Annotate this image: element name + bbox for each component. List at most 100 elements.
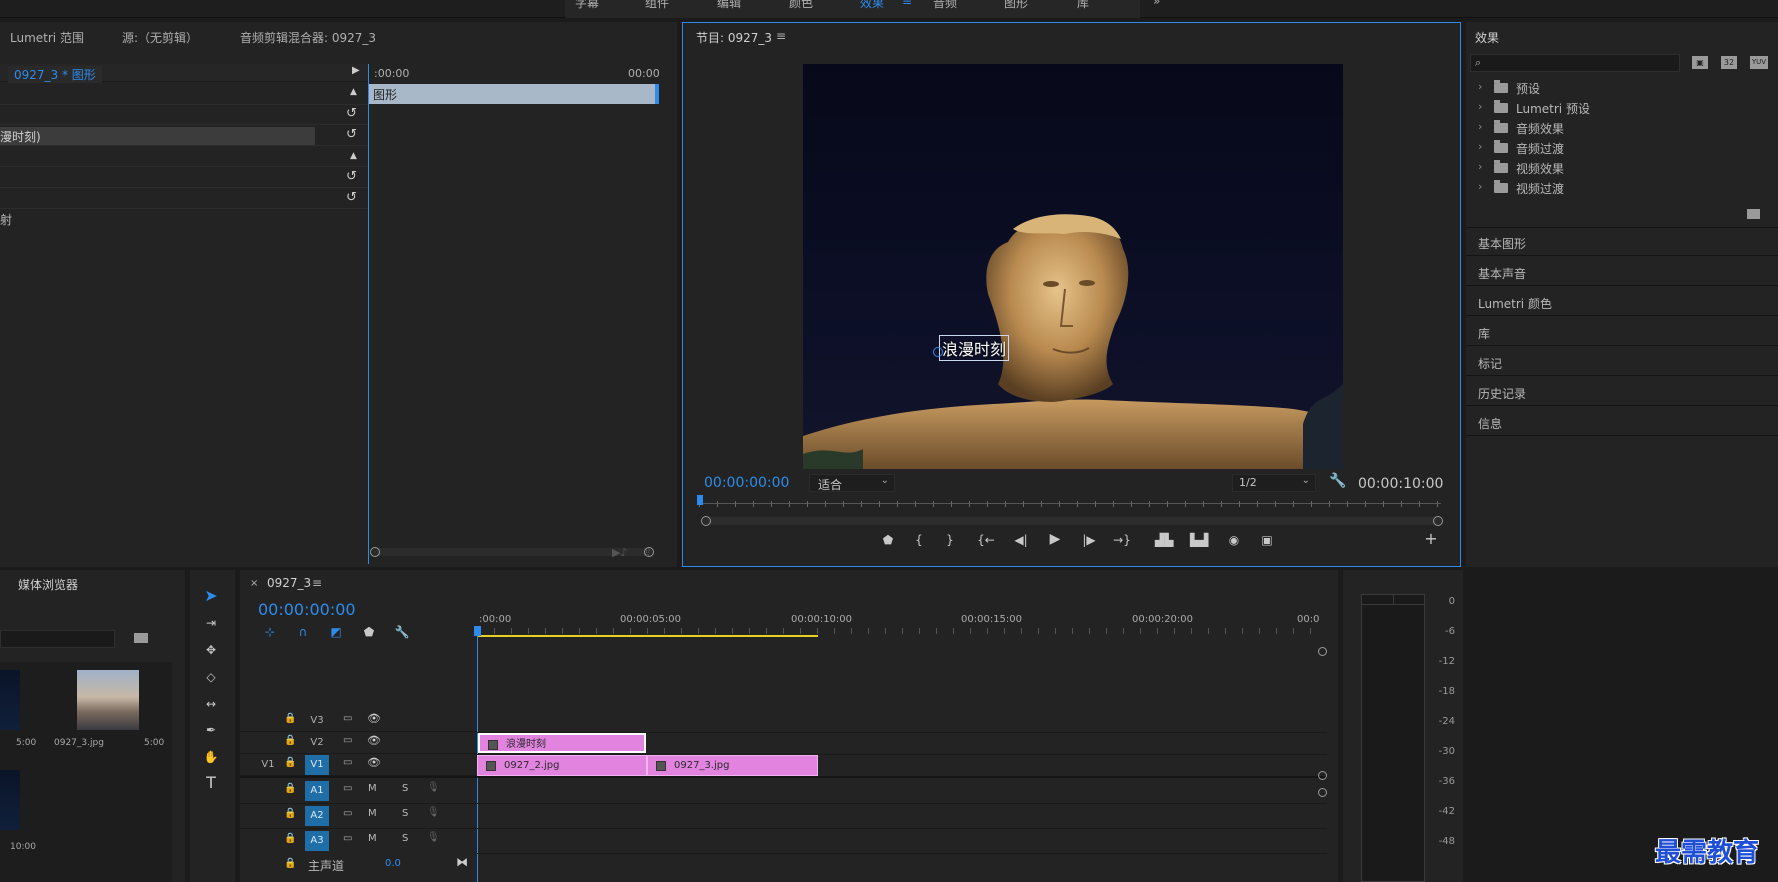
track-v2[interactable]: V2 [305, 733, 329, 753]
selection-tool-icon[interactable]: ➤ [201, 588, 221, 604]
sync-icon[interactable]: ▭ [343, 735, 352, 746]
step-back-icon[interactable]: ◀| [1013, 532, 1029, 548]
play-arrow-icon[interactable]: ▶ [352, 65, 360, 76]
lock-icon[interactable]: 🔒 [284, 808, 296, 819]
workspace-tab[interactable]: 库 [1077, 0, 1089, 11]
mute-button[interactable]: M [368, 833, 377, 844]
folder-audio-transitions[interactable]: › 音频过渡 [1466, 138, 1778, 158]
graphic-clip-bar[interactable]: 图形 [369, 84, 659, 104]
sync-icon[interactable]: ▭ [343, 808, 352, 819]
lock-icon[interactable]: 🔒 [284, 833, 296, 844]
solo-button[interactable]: S [402, 833, 408, 844]
step-forward-icon[interactable]: |▶ [1081, 532, 1097, 548]
project-search-input[interactable] [0, 630, 115, 648]
snap-magnet-icon[interactable]: ∩ [295, 624, 311, 640]
zoom-scrollbar[interactable] [701, 516, 1443, 526]
title-overlay[interactable]: 浪漫时刻 [939, 335, 1010, 361]
video-frame[interactable]: 浪漫时刻 [803, 64, 1343, 469]
wrench-icon[interactable]: 🔧 [394, 624, 410, 640]
program-timecode[interactable]: 00:00:00:00 [704, 475, 789, 491]
panel-history[interactable]: 历史记录 [1466, 378, 1778, 406]
folder-presets[interactable]: › 预设 [1466, 78, 1778, 98]
media-browser-title[interactable]: 媒体浏览器 [18, 576, 78, 593]
linked-selection-icon[interactable]: ◩ [328, 624, 344, 640]
mute-button[interactable]: M [368, 808, 377, 819]
32bit-effects-icon[interactable]: 32 [1721, 56, 1737, 69]
collapse-icon[interactable]: ▲ [350, 151, 357, 161]
lock-icon[interactable]: 🔒 [284, 713, 296, 724]
title-clip[interactable]: 浪漫时刻 [478, 733, 646, 753]
camera-icon[interactable]: ◉ [1226, 532, 1242, 548]
close-icon[interactable]: × [250, 578, 258, 589]
mini-scrollbar[interactable] [370, 547, 654, 557]
tab-source[interactable]: 源:（无剪辑） [122, 29, 198, 46]
scroll-handle[interactable] [1318, 771, 1327, 780]
ripple-edit-icon[interactable]: ✥ [201, 642, 221, 658]
time-ruler[interactable]: :00:00 00:00:05:00 00:00:10:00 00:00:15:… [477, 610, 1319, 640]
track-select-icon[interactable]: ⇥ [201, 615, 221, 631]
track-v1[interactable]: V1 [305, 755, 329, 775]
mic-icon[interactable]: 🎙 [427, 832, 440, 843]
track-a1[interactable]: A1 [305, 781, 329, 801]
program-title[interactable]: 节目: 0927_3 [696, 29, 772, 46]
media-item[interactable]: 0927_3.jpg 5:00 [52, 662, 172, 762]
image-clip-1[interactable]: 0927_2.jpg [477, 755, 647, 776]
workspace-tab[interactable]: 字幕 [575, 0, 599, 11]
accelerated-effects-icon[interactable]: ▣ [1692, 56, 1708, 69]
panel-info[interactable]: 信息 [1466, 408, 1778, 436]
yuv-effects-icon[interactable]: YUV [1750, 56, 1768, 69]
reset-icon[interactable]: ↺ [346, 127, 357, 142]
play-icon[interactable]: ▶ [1047, 531, 1063, 547]
folder-audio-effects[interactable]: › 音频效果 [1466, 118, 1778, 138]
collapse-icon[interactable]: ▲ [350, 87, 357, 97]
lock-icon[interactable]: 🔒 [284, 858, 296, 869]
workspace-tab[interactable]: 图形 [1004, 0, 1028, 11]
eye-icon[interactable]: 👁 [367, 756, 381, 769]
work-area-bar[interactable] [477, 635, 818, 637]
workspace-menu-icon[interactable]: ≡ [902, 0, 912, 8]
scrubber-bar[interactable] [697, 495, 1441, 513]
hamburger-icon[interactable]: ≡ [776, 29, 786, 43]
panel-essential-sound[interactable]: 基本声音 [1466, 258, 1778, 286]
eye-icon[interactable]: 👁 [367, 734, 381, 747]
pen-tool-icon[interactable]: ✒ [201, 722, 221, 738]
sync-icon[interactable]: ▭ [343, 833, 352, 844]
lock-icon[interactable]: 🔒 [284, 783, 296, 794]
sequence-tab[interactable]: 0927_3 [267, 576, 311, 590]
wrench-icon[interactable]: 🔧 [1329, 473, 1346, 489]
go-to-out-icon[interactable]: →} [1113, 532, 1131, 548]
panel-markers[interactable]: 标记 [1466, 348, 1778, 376]
reset-icon[interactable]: ↺ [346, 169, 357, 184]
nest-icon[interactable]: ⊹ [262, 624, 278, 640]
extract-icon[interactable]: ▙▟ [1190, 532, 1208, 548]
scroll-handle[interactable] [1318, 788, 1327, 797]
marker-icon[interactable]: ⬟ [361, 624, 377, 640]
clip-path-label[interactable]: 0927_3 * 图形 [8, 66, 102, 83]
go-to-in-icon[interactable]: {← [977, 532, 995, 548]
add-button-icon[interactable]: + [1423, 531, 1439, 547]
panel-essential-graphics[interactable]: 基本图形 [1466, 228, 1778, 256]
workspace-tab[interactable]: 音频 [933, 0, 957, 11]
property-row-value[interactable] [0, 127, 315, 145]
panel-lumetri-color[interactable]: Lumetri 颜色 [1466, 288, 1778, 316]
mic-icon[interactable]: 🎙 [427, 782, 440, 793]
scroll-handle[interactable] [1318, 647, 1327, 656]
add-marker-icon[interactable]: ⬟ [880, 532, 896, 548]
track-a2[interactable]: A2 [305, 806, 329, 826]
bowtie-icon[interactable]: ⧓ [456, 855, 468, 869]
folder-lumetri-presets[interactable]: › Lumetri 预设 [1466, 98, 1778, 118]
hand-tool-icon[interactable]: ✋ [201, 749, 221, 765]
workspace-tab[interactable]: 编辑 [717, 0, 741, 11]
mic-icon[interactable]: 🎙 [427, 807, 440, 818]
mute-button[interactable]: M [368, 783, 377, 794]
compare-icon[interactable]: ▣ [1258, 532, 1276, 548]
folder-video-effects[interactable]: › 视频效果 [1466, 158, 1778, 178]
eye-icon[interactable]: 👁 [367, 712, 381, 725]
type-tool-icon[interactable]: T [201, 775, 221, 791]
reset-icon[interactable]: ↺ [346, 106, 357, 121]
play-audio-icon[interactable]: ▶♪ [612, 546, 627, 559]
solo-button[interactable]: S [402, 783, 408, 794]
razor-tool-icon[interactable]: ◇ [201, 669, 221, 685]
sync-icon[interactable]: ▭ [343, 713, 352, 724]
mark-in-icon[interactable]: { [911, 532, 927, 548]
